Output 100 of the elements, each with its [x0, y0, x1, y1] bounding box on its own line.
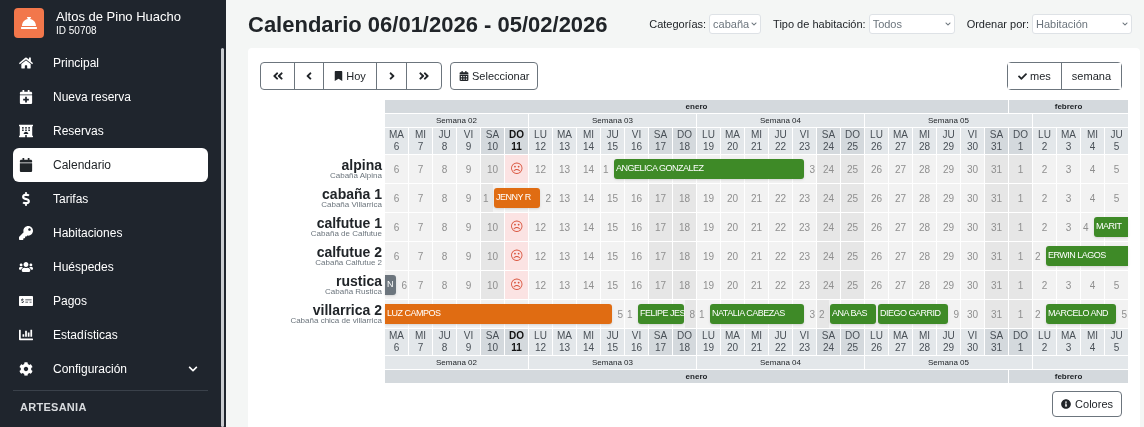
sidebar-item[interactable]: Estadísticas — [13, 318, 208, 352]
day-cell[interactable]: 17 — [649, 184, 672, 212]
sidebar-item[interactable]: Tarifas — [13, 182, 208, 216]
day-header: JU 5 — [1105, 128, 1128, 154]
day-cell[interactable]: 24 — [817, 155, 840, 183]
reservation-bar[interactable]: NATALIA CABEZAS — [710, 304, 804, 324]
day-header: MI 4 — [1081, 329, 1104, 355]
hotel-id: ID 50708 — [56, 24, 98, 38]
day-cell[interactable]: 24 — [817, 242, 840, 270]
room-description: Cabaña Villarrica — [321, 201, 382, 209]
home-icon — [19, 56, 33, 70]
room-description: Cabaña Alpina — [329, 172, 382, 180]
day-header: MA 13 — [553, 329, 576, 355]
scrollbar[interactable] — [221, 48, 224, 427]
day-header: MA 27 — [889, 329, 912, 355]
reservation-bar[interactable]: DIEGO GARRID — [878, 304, 948, 324]
day-cell[interactable]: 24 — [817, 213, 840, 241]
colors-button[interactable]: Colores — [1052, 391, 1122, 417]
today-button[interactable]: Hoy — [324, 63, 377, 89]
day-header: SA 17 — [649, 329, 672, 355]
sidebar-item[interactable]: Reservas — [13, 114, 208, 148]
day-header: LU 2 — [1033, 128, 1056, 154]
day-header: SA 10 — [481, 128, 504, 154]
reservation-bar[interactable]: LUZ CAMPOS — [385, 304, 612, 324]
chevron-down-icon — [751, 21, 758, 27]
day-cell[interactable]: 18 — [673, 184, 696, 212]
day-cell[interactable]: 10 — [481, 242, 504, 270]
day-cell[interactable]: 18 — [673, 271, 696, 299]
day-cell[interactable]: 25 — [841, 184, 864, 212]
day-cell[interactable]: 17 — [649, 242, 672, 270]
filter-select[interactable]: Habitación — [1032, 14, 1132, 34]
day-header: DO 25 — [841, 329, 864, 355]
day-cell[interactable]: 10 — [481, 213, 504, 241]
reservation-bar[interactable]: JENNY R — [494, 188, 540, 208]
day-cell[interactable]: 24 — [817, 271, 840, 299]
day-cell[interactable]: 25 — [841, 271, 864, 299]
sidebar-item[interactable]: Huéspedes — [13, 250, 208, 284]
week-header: Semana 03 — [529, 114, 696, 127]
sidebar-item[interactable]: Configuración — [13, 352, 208, 386]
day-cell[interactable]: 17 — [649, 271, 672, 299]
sidebar-item[interactable]: Pagos — [13, 284, 208, 318]
day-header: JU 15 — [601, 128, 624, 154]
day-header: LU 19 — [697, 128, 720, 154]
day-cell[interactable]: 1 — [1009, 155, 1032, 183]
day-cell[interactable]: 31 — [985, 213, 1008, 241]
day-cell[interactable]: 25 — [841, 242, 864, 270]
day-header: MA 3 — [1057, 128, 1080, 154]
day-cell[interactable]: 1 — [1009, 242, 1032, 270]
reservation-bar[interactable]: ERWIN LAGOS — [1046, 246, 1128, 266]
day-cell[interactable]: 25 — [841, 213, 864, 241]
day-header: JU 8 — [433, 329, 456, 355]
day-cell[interactable]: 25 — [841, 155, 864, 183]
day-cell[interactable]: 1 — [1009, 184, 1032, 212]
calendar-plus-icon — [19, 90, 33, 104]
day-header: MI 28 — [913, 329, 936, 355]
chevron-down-icon — [944, 21, 951, 27]
day-header: LU 12 — [529, 128, 552, 154]
filter-select[interactable]: Todos — [868, 14, 955, 34]
day-header: MA 20 — [721, 329, 744, 355]
reservation-bar[interactable]: MARIT — [1094, 217, 1128, 237]
day-cell[interactable]: 31 — [985, 184, 1008, 212]
day-cell[interactable]: 1 — [1009, 271, 1032, 299]
day-cell[interactable]: 18 — [673, 213, 696, 241]
day-header: MA 6 — [385, 128, 408, 154]
day-cell[interactable]: 10 — [481, 155, 504, 183]
day-cell[interactable]: 17 — [649, 213, 672, 241]
sidebar-item[interactable]: Nueva reserva — [13, 80, 208, 114]
day-cell[interactable]: ☹ — [505, 213, 528, 241]
check-in-cell[interactable]: 1 — [481, 184, 493, 212]
day-cell[interactable]: 31 — [985, 271, 1008, 299]
day-cell[interactable]: 10 — [481, 271, 504, 299]
reservation-bar[interactable]: ANGELICA GONZALEZ — [614, 159, 804, 179]
day-cell[interactable]: 1 — [1009, 213, 1032, 241]
reservation-bar[interactable]: N — [385, 275, 396, 295]
day-cell[interactable]: 24 — [817, 184, 840, 212]
day-cell[interactable]: 1 — [1009, 300, 1032, 328]
sidebar-item[interactable]: Calendario — [13, 148, 208, 182]
week-header: Semana 02 — [385, 114, 528, 127]
day-cell[interactable]: 31 — [985, 300, 1008, 328]
day-cell[interactable]: 18 — [673, 242, 696, 270]
view-toggle[interactable]: mes — [1008, 63, 1062, 89]
day-header: JU 22 — [769, 128, 792, 154]
day-header: LU 26 — [865, 329, 888, 355]
day-header: DO 18 — [673, 128, 696, 154]
day-cell[interactable]: 31 — [985, 155, 1008, 183]
select-button[interactable]: Seleccionar — [450, 62, 539, 90]
reservation-bar[interactable]: ANA BAS — [830, 304, 876, 324]
sidebar-item[interactable]: Habitaciones — [13, 216, 208, 250]
day-header: VI 30 — [961, 329, 984, 355]
day-cell[interactable]: ☹ — [505, 155, 528, 183]
filter-select[interactable]: cabaña — [709, 14, 762, 34]
day-header: VI 23 — [793, 329, 816, 355]
day-cell[interactable]: ☹ — [505, 242, 528, 270]
check-in-cell[interactable]: 2 — [817, 300, 829, 328]
check-out-cell[interactable]: 8 — [685, 300, 696, 328]
day-cell[interactable]: ☹ — [505, 271, 528, 299]
day-header: JU 29 — [937, 329, 960, 355]
reservation-bar[interactable]: MARCELO AND — [1046, 304, 1116, 324]
day-cell[interactable]: 31 — [985, 242, 1008, 270]
sidebar-item[interactable]: Principal — [13, 46, 208, 80]
